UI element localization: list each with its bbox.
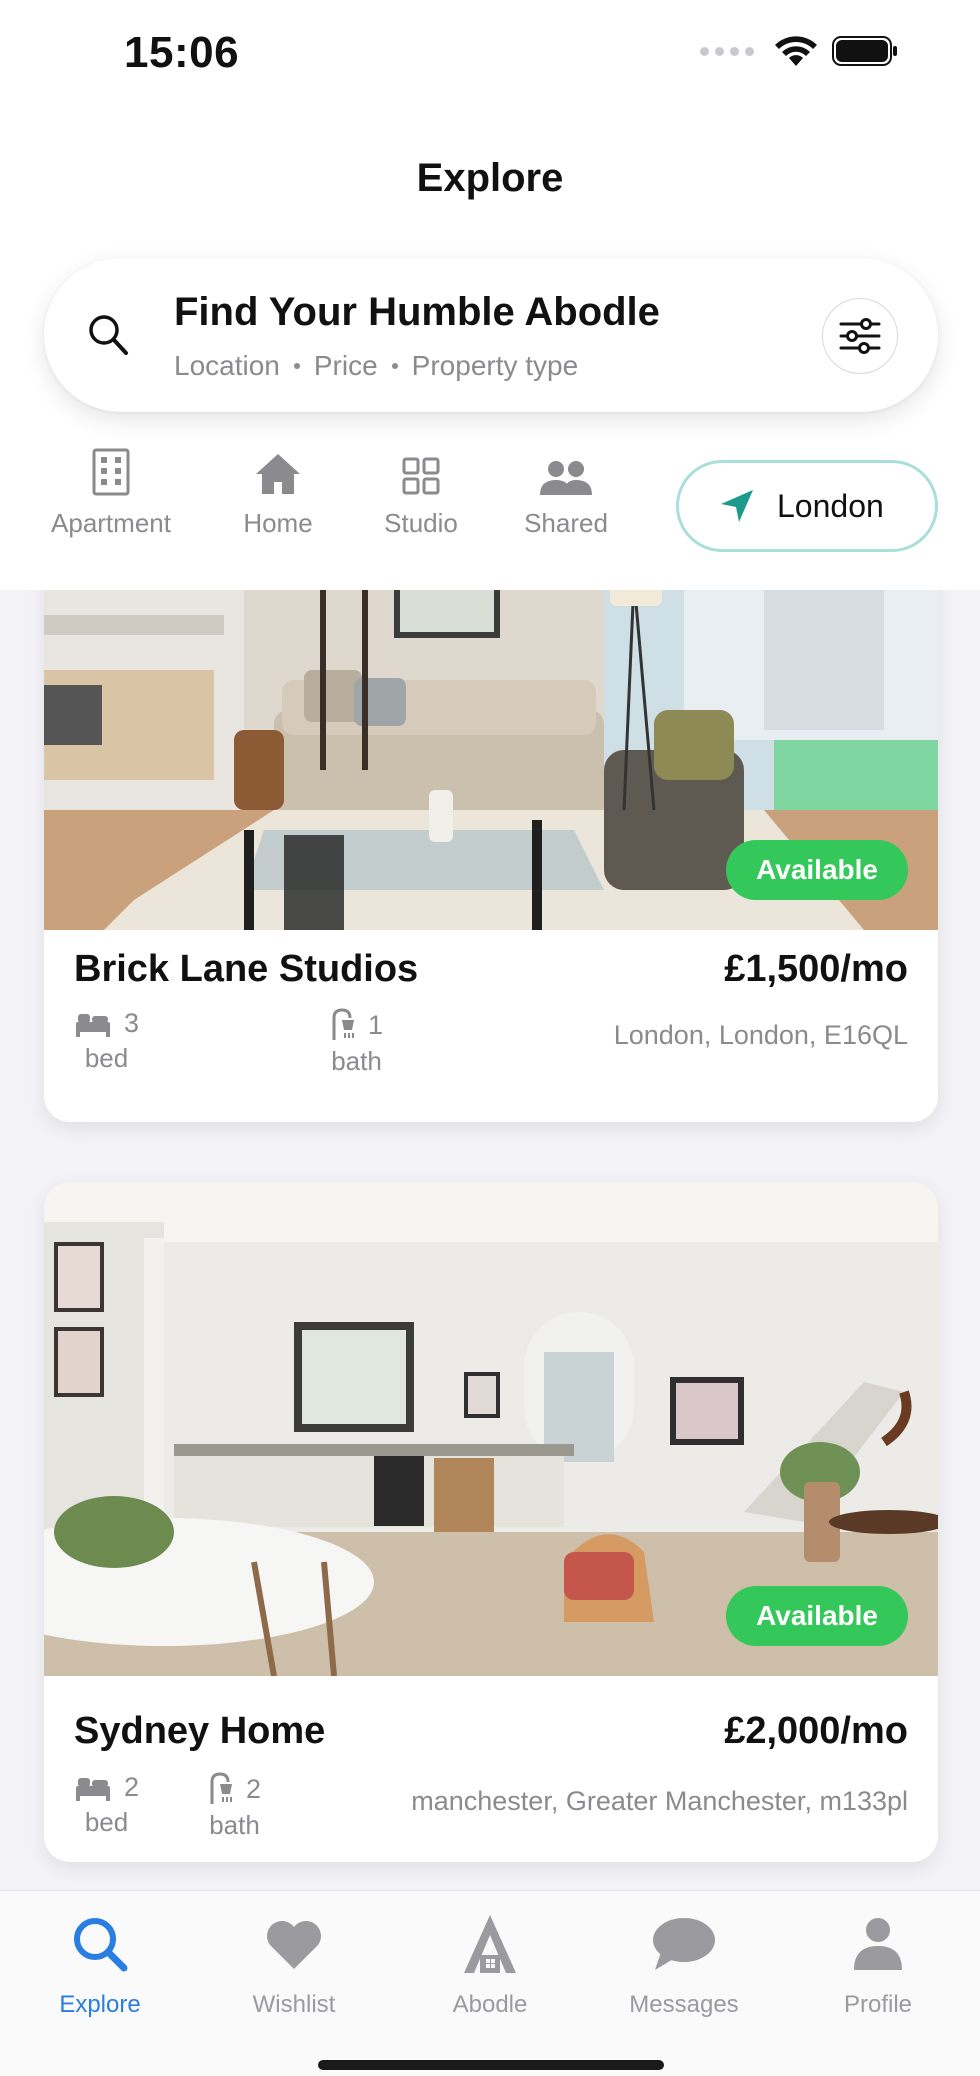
bed-icon: [76, 1013, 110, 1037]
shower-icon: [210, 1772, 232, 1804]
status-indicators: [700, 34, 898, 68]
location-button[interactable]: London: [676, 460, 938, 552]
tab-explore[interactable]: Explore: [20, 1909, 180, 2019]
tab-label: Profile: [843, 1991, 913, 2018]
category-label: Home: [243, 508, 313, 538]
filter-property-type-label: Property type: [411, 350, 579, 381]
listing-card[interactable]: Available Sydney Home £2,000/mo 2 bed 2 …: [44, 1182, 938, 1862]
listing-price: £1,500/mo: [724, 948, 908, 990]
listing-title: Brick Lane Studios: [74, 948, 419, 990]
search-filter-summary: Location Price Property type: [174, 350, 578, 382]
category-shared[interactable]: Shared: [486, 440, 646, 539]
wifi-icon: [775, 36, 817, 66]
search-icon: [74, 1918, 128, 1972]
separator-dot: [391, 363, 398, 369]
tab-wishlist[interactable]: Wishlist: [214, 1909, 374, 2019]
filter-price-label: Price: [313, 350, 378, 381]
grid-icon: [402, 457, 440, 495]
shower-icon: [332, 1008, 354, 1040]
heart-icon: [267, 1921, 321, 1969]
page-title: Explore: [416, 156, 564, 200]
bed-icon: [76, 1777, 110, 1801]
category-apartment[interactable]: Apartment: [31, 440, 191, 539]
listing-address: London, London, E16QL: [613, 1020, 908, 1050]
bed-count: 2 bed: [74, 1772, 139, 1838]
bed-count-value: 2: [124, 1772, 140, 1802]
listing-feed[interactable]: Available Brick Lane Studios £1,500/mo 3…: [0, 590, 980, 1890]
tab-label: Messages: [629, 1991, 739, 2018]
abodle-house-icon: [464, 1915, 516, 1973]
location-arrow-icon: [721, 490, 753, 522]
home-indicator: [318, 2060, 664, 2070]
search-icon: [89, 315, 128, 355]
listing-address: manchester, Greater Manchester, m133pl: [411, 1786, 908, 1816]
filter-location-label: Location: [174, 350, 280, 381]
listing-photo[interactable]: Available: [44, 590, 938, 930]
battery-icon: [832, 36, 897, 66]
bed-label: bed: [84, 1043, 129, 1073]
listing-price: £2,000/mo: [724, 1710, 908, 1752]
status-time: 15:06: [124, 28, 240, 77]
tab-label: Explore: [59, 1991, 141, 2018]
bath-count-value: 2: [246, 1773, 262, 1804]
category-home[interactable]: Home: [198, 440, 358, 539]
listing-card[interactable]: Available Brick Lane Studios £1,500/mo 3…: [44, 590, 938, 1122]
listing-title: Sydney Home: [74, 1710, 326, 1752]
category-label: Apartment: [51, 508, 171, 538]
availability-badge: Available: [726, 840, 908, 900]
tab-abodle[interactable]: Abodle: [410, 1909, 570, 2019]
people-icon: [540, 461, 592, 495]
tab-label: Abodle: [452, 1991, 528, 2018]
location-label: London: [777, 487, 884, 524]
house-icon: [256, 454, 300, 494]
person-icon: [854, 1918, 902, 1970]
filter-button[interactable]: [822, 298, 898, 374]
category-bar: Apartment Home Studio Shared London: [0, 440, 980, 570]
listing-photo[interactable]: Available: [44, 1182, 938, 1676]
tab-messages[interactable]: Messages: [604, 1909, 764, 2019]
search-title: Find Your Humble Abodle: [174, 290, 660, 334]
search-bar[interactable]: Find Your Humble Abodle Location Price P…: [44, 258, 938, 412]
tab-bar: Explore Wishlist Abodle Messages Profile: [0, 1890, 980, 2076]
bath-count: 2 bath: [208, 1772, 261, 1841]
availability-badge: Available: [726, 1586, 908, 1646]
sliders-icon: [839, 318, 881, 354]
bath-label: bath: [209, 1810, 260, 1840]
bed-count-value: 3: [124, 1008, 140, 1038]
bath-label: bath: [331, 1046, 382, 1076]
bed-label: bed: [84, 1807, 129, 1837]
category-studio[interactable]: Studio: [341, 440, 501, 539]
building-icon: [92, 448, 130, 496]
category-label: Studio: [384, 508, 458, 538]
status-bar: 15:06: [0, 0, 980, 110]
bed-count: 3 bed: [74, 1008, 139, 1074]
tab-profile[interactable]: Profile: [798, 1909, 958, 2019]
separator-dot: [293, 363, 300, 369]
category-label: Shared: [524, 508, 608, 538]
bath-count: 1 bath: [330, 1008, 383, 1077]
bath-count-value: 1: [368, 1009, 384, 1040]
chat-bubble-icon: [653, 1918, 715, 1970]
tab-label: Wishlist: [252, 1991, 336, 2018]
explore-screen: 15:06 Explore Find Your Humble Abodle Lo…: [0, 0, 980, 2076]
cellular-signal-icon: [700, 46, 754, 56]
